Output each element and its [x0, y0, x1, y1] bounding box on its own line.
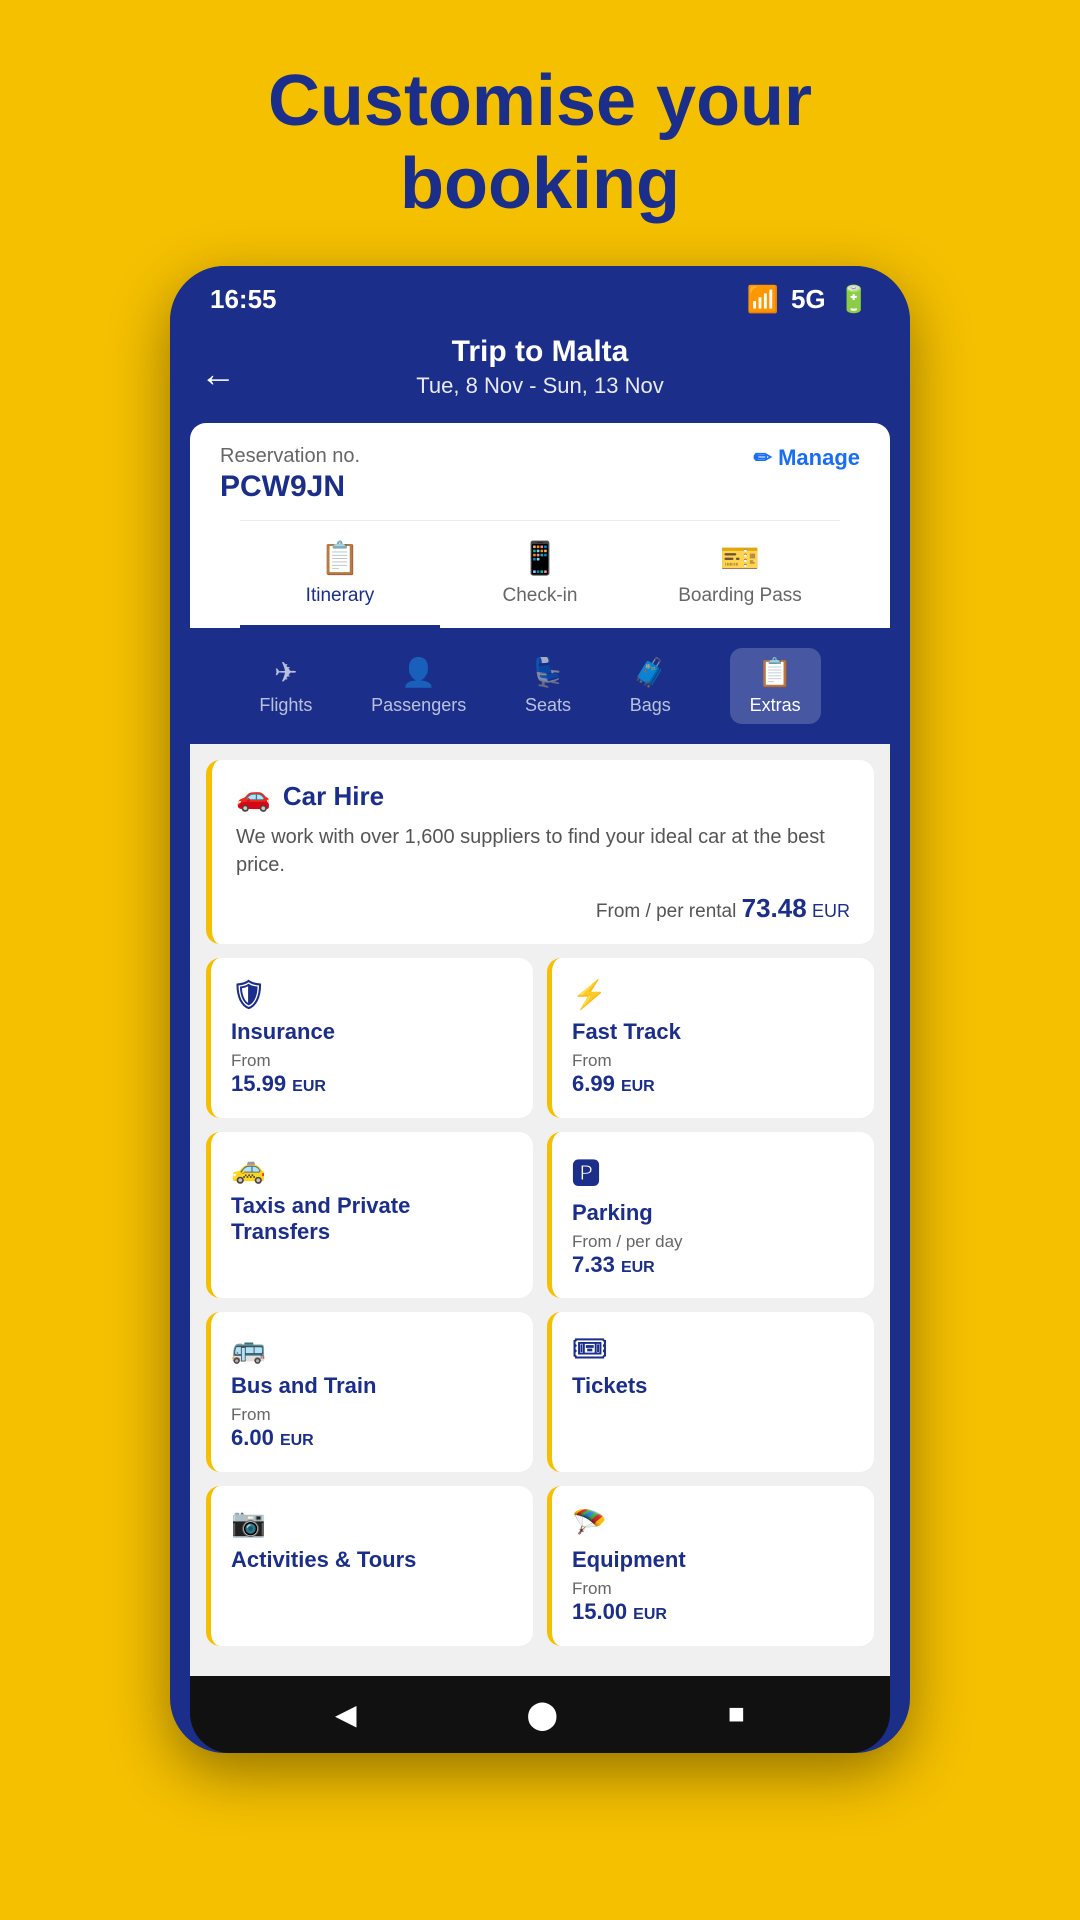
nav-passengers[interactable]: 👤 Passengers — [371, 656, 466, 716]
tickets-card[interactable]: 🎟 Tickets — [547, 1312, 874, 1472]
insurance-card[interactable]: 🛡 Insurance From 15.99 EUR — [206, 958, 533, 1118]
tab-boarding[interactable]: 🎫 Boarding Pass — [640, 521, 840, 628]
equipment-title: Equipment — [572, 1547, 854, 1573]
tickets-title: Tickets — [572, 1373, 854, 1399]
equipment-icon: 🪂 — [572, 1506, 607, 1539]
phone-bottom-bar: ◀ ⬤ ■ — [190, 1676, 890, 1753]
reservation-number: PCW9JN — [220, 470, 360, 504]
extras-icon: 📋 — [758, 656, 793, 689]
itinerary-icon: 📋 — [320, 539, 360, 577]
insurance-icon: 🛡 — [231, 978, 267, 1011]
activities-card[interactable]: 📷 Activities & Tours — [206, 1486, 533, 1646]
taxi-icon: 🚕 — [231, 1152, 266, 1185]
bags-icon: 🧳 — [633, 656, 668, 689]
tab-checkin-label: Check-in — [503, 585, 578, 607]
parking-icon: 🅿 — [572, 1152, 600, 1192]
nav-flights[interactable]: ✈ Flights — [259, 656, 312, 716]
tab-boarding-label: Boarding Pass — [678, 585, 802, 607]
app-header: ← Trip to Malta Tue, 8 Nov - Sun, 13 Nov — [170, 325, 910, 423]
boarding-icon: 🎫 — [720, 539, 760, 577]
tab-itinerary-label: Itinerary — [306, 585, 375, 607]
recents-nav-button[interactable]: ■ — [728, 1698, 745, 1730]
bustrain-price: 6.00 EUR — [231, 1425, 513, 1451]
insurance-title: Insurance — [231, 1019, 513, 1045]
fasttrack-price: 6.99 EUR — [572, 1071, 854, 1097]
nav-bags[interactable]: 🧳 Bags — [630, 656, 671, 716]
insurance-from: From — [231, 1051, 513, 1071]
equipment-from: From — [572, 1579, 854, 1599]
bottom-nav: ✈ Flights 👤 Passengers 💺 Seats 🧳 Bags 📋 … — [190, 628, 890, 744]
status-bar: 16:55 📶 5G 🔋 — [170, 266, 910, 325]
nav-extras[interactable]: 📋 Extras — [730, 648, 821, 724]
parking-from: From / per day — [572, 1232, 854, 1252]
bags-label: Bags — [630, 695, 671, 716]
battery-icon: 🔋 — [838, 284, 870, 315]
phone-frame: 16:55 📶 5G 🔋 ← Trip to Malta Tue, 8 Nov … — [170, 266, 910, 1753]
seats-icon: 💺 — [531, 656, 566, 689]
car-hire-price-row: From / per rental 73.48 EUR — [236, 893, 850, 924]
seats-label: Seats — [525, 695, 571, 716]
home-nav-button[interactable]: ⬤ — [527, 1698, 558, 1731]
page-header: Customise your booking — [228, 0, 852, 266]
tab-row: 📋 Itinerary 📱 Check-in 🎫 Boarding Pass — [240, 520, 840, 628]
fasttrack-from: From — [572, 1051, 854, 1071]
parking-price: 7.33 EUR — [572, 1252, 854, 1278]
header-line2: booking — [400, 144, 680, 224]
flights-label: Flights — [259, 695, 312, 716]
tab-itinerary[interactable]: 📋 Itinerary — [240, 521, 440, 628]
activities-icon: 📷 — [231, 1506, 266, 1539]
reservation-card: Reservation no. PCW9JN ✏ Manage 📋 Itiner… — [190, 423, 890, 628]
header-line1: Customise your — [268, 61, 812, 141]
bus-icon: 🚌 — [231, 1332, 266, 1365]
nav-seats[interactable]: 💺 Seats — [525, 656, 571, 716]
manage-button[interactable]: ✏ Manage — [754, 445, 860, 471]
fasttrack-title: Fast Track — [572, 1019, 854, 1045]
activities-title: Activities & Tours — [231, 1547, 513, 1573]
taxis-card[interactable]: 🚕 Taxis and Private Transfers — [206, 1132, 533, 1298]
extras-label: Extras — [750, 695, 801, 716]
fasttrack-icon: ⚡ — [572, 978, 607, 1011]
trip-dates: Tue, 8 Nov - Sun, 13 Nov — [210, 373, 870, 399]
bustrain-card[interactable]: 🚌 Bus and Train From 6.00 EUR — [206, 1312, 533, 1472]
wifi-icon: 📶 — [747, 284, 779, 315]
bustrain-title: Bus and Train — [231, 1373, 513, 1399]
tickets-icon: 🎟 — [572, 1332, 608, 1365]
equipment-card[interactable]: 🪂 Equipment From 15.00 EUR — [547, 1486, 874, 1646]
parking-title: Parking — [572, 1200, 854, 1226]
passengers-label: Passengers — [371, 695, 466, 716]
taxis-title: Taxis and Private Transfers — [231, 1193, 513, 1245]
back-nav-button[interactable]: ◀ — [335, 1698, 357, 1731]
car-hire-card[interactable]: 🚗 Car Hire We work with over 1,600 suppl… — [206, 760, 874, 944]
flights-icon: ✈ — [274, 656, 297, 689]
time: 16:55 — [210, 284, 277, 315]
services-content: 🚗 Car Hire We work with over 1,600 suppl… — [190, 744, 890, 1676]
trip-title: Trip to Malta — [210, 335, 870, 369]
tab-checkin[interactable]: 📱 Check-in — [440, 521, 640, 628]
bustrain-from: From — [231, 1405, 513, 1425]
car-icon: 🚗 — [236, 780, 271, 813]
signal-strength: 5G — [791, 284, 826, 315]
reservation-label: Reservation no. — [220, 445, 360, 468]
parking-card[interactable]: 🅿 Parking From / per day 7.33 EUR — [547, 1132, 874, 1298]
equipment-price: 15.00 EUR — [572, 1599, 854, 1625]
checkin-icon: 📱 — [520, 539, 560, 577]
passengers-icon: 👤 — [401, 656, 436, 689]
car-hire-title: Car Hire — [283, 781, 384, 812]
car-hire-desc: We work with over 1,600 suppliers to fin… — [236, 823, 850, 879]
fasttrack-card[interactable]: ⚡ Fast Track From 6.99 EUR — [547, 958, 874, 1118]
insurance-price: 15.99 EUR — [231, 1071, 513, 1097]
